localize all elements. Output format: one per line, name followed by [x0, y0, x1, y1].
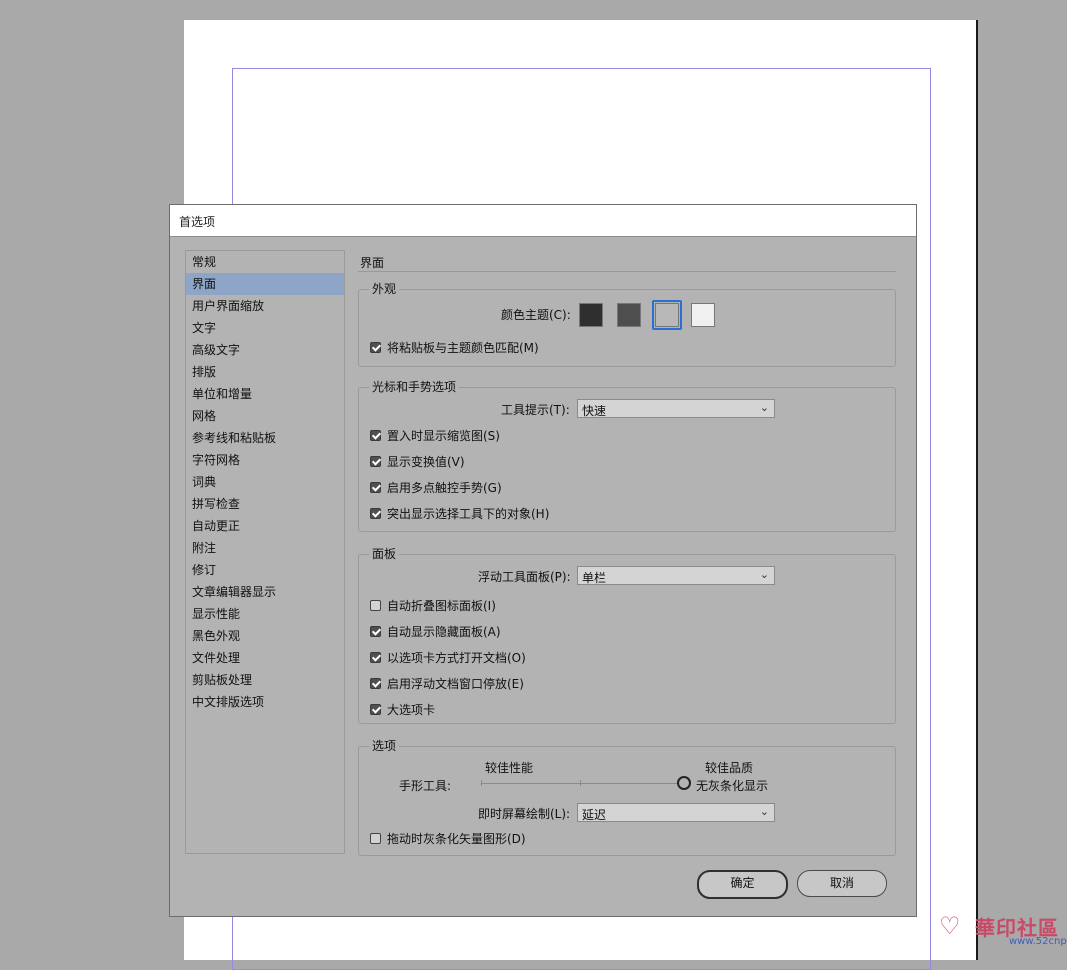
nav-item[interactable]: 显示性能: [186, 603, 344, 625]
nav-item[interactable]: 中文排版选项: [186, 691, 344, 713]
checkbox-row[interactable]: 置入时显示缩览图(S): [370, 427, 500, 443]
checkbox-icon[interactable]: [370, 832, 381, 844]
site-watermark: ♡ 華印社區 www.52cnp.com: [935, 910, 1067, 950]
nav-item[interactable]: 高级文字: [186, 339, 344, 361]
panel-title: 界面: [360, 256, 385, 270]
checkbox-icon[interactable]: [370, 677, 381, 689]
checkbox-icon[interactable]: [370, 429, 381, 441]
nav-item[interactable]: 文字: [186, 317, 344, 339]
slider-right-label: 较佳品质: [705, 761, 754, 775]
floating-tools-label: 浮动工具面板(P):: [478, 570, 571, 584]
hand-tool-slider-thumb[interactable]: [677, 776, 691, 790]
preferences-nav-list: 常规 界面 用户界面缩放 文字 高级文字 排版 单位和增量 网格 参考线和粘贴板 字符网格 词典 拼写…: [185, 250, 345, 854]
checkbox-label: 显示变换值(V): [387, 454, 465, 469]
nav-item[interactable]: 拼写检查: [186, 493, 344, 515]
options-group-label: 选项: [369, 739, 400, 754]
checkbox-row[interactable]: 启用浮动文档窗口停放(E): [370, 675, 524, 691]
nav-item[interactable]: 常规: [186, 251, 344, 273]
dialog-title: 首选项: [179, 215, 216, 229]
checkbox-row[interactable]: 大选项卡: [370, 701, 435, 717]
nav-item[interactable]: 修订: [186, 559, 344, 581]
logo-icon: ♡: [939, 912, 961, 940]
greek-vector-checkbox[interactable]: 拖动时灰条化矢量图形(D): [370, 830, 526, 846]
nav-item[interactable]: 剪贴板处理: [186, 669, 344, 691]
nav-item[interactable]: 参考线和粘贴板: [186, 427, 344, 449]
nav-item[interactable]: 自动更正: [186, 515, 344, 537]
checkbox-row[interactable]: 自动折叠图标面板(I): [370, 597, 496, 613]
nav-item[interactable]: 单位和增量: [186, 383, 344, 405]
checkbox-icon[interactable]: [370, 703, 381, 715]
cursor-gesture-group: 光标和手势选项 工具提示(T): 快速 ⌄ 置入时显示缩览图(S) 显示变换值(V…: [358, 380, 896, 532]
checkbox-icon[interactable]: [370, 625, 381, 637]
tooltip-select[interactable]: 快速 ⌄: [577, 399, 775, 418]
options-group: 选项 较佳性能 较佳品质 手形工具: 无灰条化显示 即时屏幕绘制(L): 延迟 …: [358, 739, 896, 856]
checkbox-label: 启用浮动文档窗口停放(E): [387, 676, 524, 691]
checkbox-icon[interactable]: [370, 651, 381, 663]
cursor-group-label: 光标和手势选项: [369, 380, 460, 395]
checkbox-icon[interactable]: [370, 455, 381, 467]
slider-left-label: 较佳性能: [485, 761, 534, 775]
nav-item[interactable]: 文件处理: [186, 647, 344, 669]
checkbox-row[interactable]: 突出显示选择工具下的对象(H): [370, 505, 549, 521]
slider-tick: [481, 780, 482, 786]
cancel-button[interactable]: 取消: [797, 870, 887, 897]
live-draw-select[interactable]: 延迟 ⌄: [577, 803, 775, 822]
checkbox-label: 启用多点触控手势(G): [387, 480, 502, 495]
color-theme-label: 颜色主题(C):: [501, 308, 571, 322]
panels-group: 面板 浮动工具面板(P): 单栏 ⌄ 自动折叠图标面板(I) 自动显示隐藏面板(A…: [358, 547, 896, 724]
nav-item[interactable]: 网格: [186, 405, 344, 427]
appearance-group: 外观 颜色主题(C): 将粘贴板与主题颜色匹配(M): [358, 282, 896, 367]
checkbox-row[interactable]: 自动显示隐藏面板(A): [370, 623, 501, 639]
checkbox-row[interactable]: 显示变换值(V): [370, 453, 465, 469]
nav-item[interactable]: 用户界面缩放: [186, 295, 344, 317]
checkbox-row[interactable]: 启用多点触控手势(G): [370, 479, 502, 495]
checkbox-label: 以选项卡方式打开文档(O): [387, 650, 526, 665]
chevron-down-icon: ⌄: [759, 568, 769, 581]
panel-title-divider: [358, 271, 896, 272]
nav-item[interactable]: 字符网格: [186, 449, 344, 471]
tooltip-label: 工具提示(T):: [501, 403, 570, 417]
match-pasteboard-checkbox[interactable]: 将粘贴板与主题颜色匹配(M): [370, 339, 539, 355]
selected-theme-ring: [652, 300, 682, 330]
checkbox-row[interactable]: 以选项卡方式打开文档(O): [370, 649, 526, 665]
ok-button[interactable]: 确定: [697, 870, 788, 899]
checkbox-label: 突出显示选择工具下的对象(H): [387, 506, 550, 521]
slider-tick: [580, 780, 581, 786]
checkbox-icon[interactable]: [370, 507, 381, 519]
color-theme-swatch[interactable]: [691, 303, 715, 327]
preferences-dialog: 首选项 常规 界面 用户界面缩放 文字 高级文字 排版 单位和增量 网格 参考线和粘贴板 字符网格…: [169, 204, 917, 917]
panels-group-label: 面板: [369, 547, 400, 562]
live-draw-value: 延迟: [582, 808, 607, 822]
nav-item[interactable]: 文章编辑器显示: [186, 581, 344, 603]
match-pasteboard-label: 将粘贴板与主题颜色匹配(M): [387, 340, 539, 355]
checkbox-icon[interactable]: [370, 341, 381, 353]
checkbox-icon[interactable]: [370, 481, 381, 493]
nav-item[interactable]: 界面: [186, 273, 344, 295]
dialog-titlebar: 首选项: [170, 205, 916, 237]
checkbox-label: 自动显示隐藏面板(A): [387, 624, 501, 639]
nav-item[interactable]: 词典: [186, 471, 344, 493]
nav-item[interactable]: 附注: [186, 537, 344, 559]
appearance-group-label: 外观: [369, 282, 400, 297]
floating-tools-select[interactable]: 单栏 ⌄: [577, 566, 775, 585]
live-draw-label: 即时屏幕绘制(L):: [478, 807, 571, 821]
color-theme-swatch[interactable]: [579, 303, 603, 327]
nav-item[interactable]: 黑色外观: [186, 625, 344, 647]
checkbox-label: 大选项卡: [387, 702, 436, 717]
hand-tool-label: 手形工具:: [399, 779, 452, 793]
checkbox-label: 置入时显示缩览图(S): [387, 428, 500, 443]
tooltip-select-value: 快速: [582, 404, 607, 418]
nav-item[interactable]: 排版: [186, 361, 344, 383]
chevron-down-icon: ⌄: [759, 401, 769, 414]
checkbox-icon[interactable]: [370, 599, 381, 611]
slider-value-text: 无灰条化显示: [696, 779, 769, 793]
watermark-url: www.52cnp.com: [1009, 936, 1067, 947]
color-theme-swatch[interactable]: [617, 303, 641, 327]
checkbox-label: 自动折叠图标面板(I): [387, 598, 496, 613]
chevron-down-icon: ⌄: [759, 805, 769, 818]
greek-vector-label: 拖动时灰条化矢量图形(D): [387, 831, 526, 846]
floating-tools-value: 单栏: [582, 571, 607, 585]
